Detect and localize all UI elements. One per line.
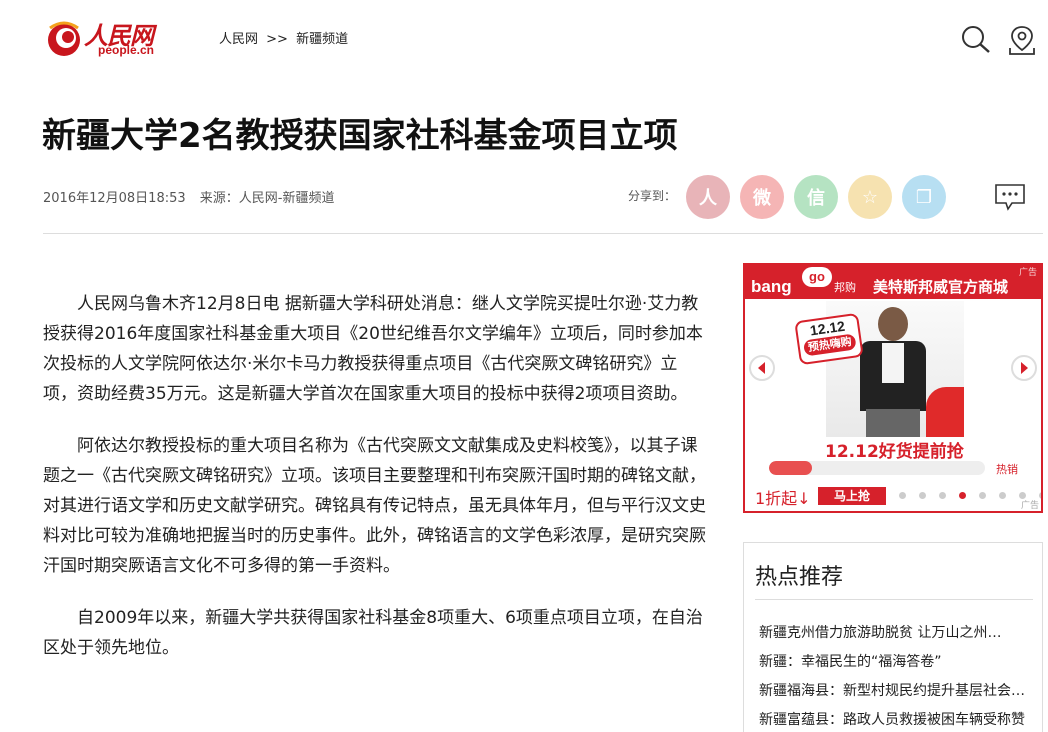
article-title: 新疆大学2名教授获国家社科基金项目立项 (42, 116, 678, 156)
ad-go-logo: go (802, 267, 832, 287)
sina-weibo-icon: 微 (753, 188, 771, 209)
share-people-weibo-button[interactable]: 人 (686, 175, 730, 219)
breadcrumb-separator: >> (266, 32, 288, 47)
search-icon[interactable] (960, 24, 992, 56)
ad-tag: 广告 (1018, 268, 1037, 278)
favorite-icon: ☆ (861, 186, 879, 208)
breadcrumb-home[interactable]: 人民网 (219, 32, 258, 47)
ad-progress-bar (769, 461, 985, 475)
ad-prev-button[interactable] (749, 355, 775, 381)
ad-brand-name: 美特斯邦威官方商城 (873, 278, 1009, 296)
article-source[interactable]: 来源：人民网-新疆频道 (200, 191, 335, 206)
share-label: 分享到： (628, 189, 677, 203)
ad-price: 1折起↓ (755, 489, 811, 508)
breadcrumb-channel[interactable]: 新疆频道 (296, 32, 348, 47)
breadcrumb: 人民网 >> 新疆频道 (219, 28, 352, 47)
logo-icon (48, 21, 80, 56)
article-body: 人民网乌鲁木齐12月8日电 据新疆大学科研处消息：继人文学院买提吐尔逊·艾力教授… (43, 289, 707, 685)
ad-sticker: 12.12 预热嗨购 (794, 312, 864, 366)
hot-list-item[interactable]: 新疆克州借力旅游助脱贫 让万山之州… (759, 619, 1031, 648)
banner-ad[interactable]: bang go 邦购 美特斯邦威官方商城 广告 12.12 预热嗨购 12.12… (743, 263, 1043, 513)
article-paragraph: 阿依达尔教授投标的重大项目名称为《古代突厥文文献集成及史料校笺》，以其子课题之一… (43, 436, 706, 576)
ad-carousel-dot[interactable] (939, 492, 946, 499)
ad-bangpin-label: 邦购 (834, 281, 856, 294)
ad-progress-fill (769, 461, 813, 475)
article-meta: 2016年12月08日18:53 来源：人民网-新疆频道 (43, 187, 344, 206)
people-weibo-icon: 人 (699, 188, 717, 209)
ad-header-bar: bang go 邦购 美特斯邦威官方商城 广告 (745, 265, 1041, 299)
ad-footer-tag: 广告 (1020, 501, 1039, 511)
ad-model-head (878, 307, 908, 341)
article-paragraph: 人民网乌鲁木齐12月8日电 据新疆大学科研处消息：继人文学院买提吐尔逊·艾力教授… (43, 294, 703, 404)
hot-divider (755, 599, 1033, 600)
hot-recommend-title: 热点推荐 (755, 565, 844, 590)
wechat-icon: 信 (807, 188, 825, 209)
ad-next-button[interactable] (1011, 355, 1037, 381)
ad-hot-label: 热销 (996, 463, 1018, 476)
location-icon[interactable] (1006, 24, 1038, 56)
ad-buy-button[interactable]: 马上抢 (818, 487, 886, 505)
comment-icon[interactable] (994, 183, 1026, 211)
site-header: 人民网 people.cn 人民网 >> 新疆频道 (0, 0, 1048, 78)
copy-icon: ❐ (915, 186, 933, 208)
ad-carousel-dot[interactable] (1039, 492, 1041, 499)
hot-list-item[interactable]: 新疆富蕴县：路政人员救援被困车辆受称赞 (759, 706, 1031, 732)
ad-model-shirt (882, 343, 904, 383)
people-logo[interactable]: 人民网 people.cn (44, 16, 164, 60)
ad-model-legs (866, 409, 920, 437)
share-copy-button[interactable]: ❐ (902, 175, 946, 219)
ad-carousel-dot[interactable] (979, 492, 986, 499)
ad-carousel-dot[interactable] (959, 492, 966, 499)
share-wechat-button[interactable]: 信 (794, 175, 838, 219)
ad-bang-logo: bang (751, 277, 792, 296)
ad-carousel-dot[interactable] (919, 492, 926, 499)
hot-list-item[interactable]: 新疆福海县：新型村规民约提升基层社会… (759, 677, 1031, 706)
arrow-left-icon (758, 362, 765, 374)
ad-decor-shape (926, 387, 964, 437)
arrow-right-icon (1021, 362, 1028, 374)
share-favorite-button[interactable]: ☆ (848, 175, 892, 219)
ad-carousel-dot[interactable] (899, 492, 906, 499)
logo-text-en: people.cn (98, 43, 155, 57)
article-datetime: 2016年12月08日18:53 (43, 191, 186, 206)
hot-list-item[interactable]: 新疆：幸福民生的“福海答卷” (759, 648, 1031, 677)
header-divider (43, 233, 1043, 234)
hot-recommend-panel: 热点推荐 新疆克州借力旅游助脱贫 让万山之州… 新疆：幸福民生的“福海答卷” 新… (743, 542, 1043, 732)
ad-carousel-dot[interactable] (999, 492, 1006, 499)
article-paragraph: 自2009年以来，新疆大学共获得国家社科基金8项重大、6项重点项目立项，在自治区… (43, 608, 703, 658)
hot-list: 新疆克州借力旅游助脱贫 让万山之州… 新疆：幸福民生的“福海答卷” 新疆福海县：… (759, 619, 1031, 732)
ad-promo-text: 12.12好货提前抢 (825, 442, 964, 462)
share-sina-weibo-button[interactable]: 微 (740, 175, 784, 219)
